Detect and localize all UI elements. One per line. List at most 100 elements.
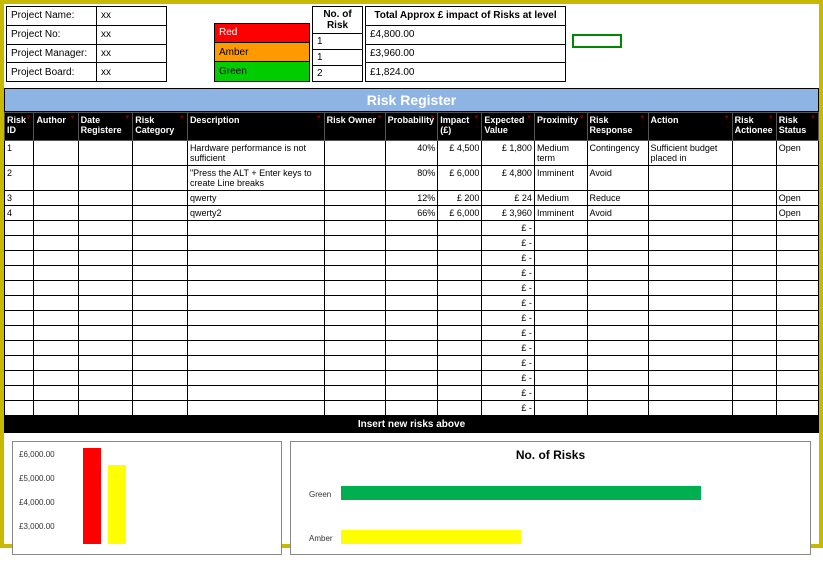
cell-empty[interactable]: [385, 221, 438, 236]
cell-empty[interactable]: [34, 251, 78, 266]
cell-empty[interactable]: [776, 341, 818, 356]
cell-expected[interactable]: £ -: [482, 236, 535, 251]
cell-empty[interactable]: [776, 221, 818, 236]
cell-actionee[interactable]: [732, 166, 776, 191]
col-description[interactable]: Description: [187, 113, 324, 141]
cell-id[interactable]: 1: [5, 141, 34, 166]
cell-empty[interactable]: [133, 371, 188, 386]
cell-date[interactable]: [78, 166, 133, 191]
cell-empty[interactable]: [133, 341, 188, 356]
cell-empty[interactable]: [5, 356, 34, 371]
cell-prob[interactable]: 80%: [385, 166, 438, 191]
cell-expected[interactable]: £ 4,800: [482, 166, 535, 191]
cell-empty[interactable]: [133, 251, 188, 266]
cell-empty[interactable]: [133, 281, 188, 296]
cell-empty[interactable]: [78, 251, 133, 266]
cell-empty[interactable]: [78, 236, 133, 251]
cell-empty[interactable]: [587, 371, 648, 386]
project-manager-value[interactable]: xx: [97, 44, 167, 63]
cell-empty[interactable]: [648, 281, 732, 296]
cell-empty[interactable]: [133, 266, 188, 281]
cell-empty[interactable]: [34, 401, 78, 416]
cell-empty[interactable]: [776, 401, 818, 416]
cell-expected[interactable]: £ -: [482, 266, 535, 281]
cell-expected[interactable]: £ 1,800: [482, 141, 535, 166]
cell-empty[interactable]: [133, 236, 188, 251]
cell-empty[interactable]: [732, 401, 776, 416]
col-author[interactable]: Author: [34, 113, 78, 141]
cell-empty[interactable]: [776, 281, 818, 296]
cell-resp[interactable]: Avoid: [587, 206, 648, 221]
cell-prox[interactable]: Imminent: [534, 166, 587, 191]
cell-empty[interactable]: [534, 401, 587, 416]
cell-prob[interactable]: 40%: [385, 141, 438, 166]
cell-empty[interactable]: [5, 401, 34, 416]
cell-empty[interactable]: [648, 371, 732, 386]
cell-empty[interactable]: [385, 296, 438, 311]
col-risk-id[interactable]: Risk ID: [5, 113, 34, 141]
cell-expected[interactable]: £ -: [482, 311, 535, 326]
cell-author[interactable]: [34, 206, 78, 221]
cell-empty[interactable]: [324, 251, 385, 266]
cell-empty[interactable]: [5, 371, 34, 386]
cell-empty[interactable]: [534, 236, 587, 251]
cell-empty[interactable]: [324, 311, 385, 326]
cell-empty[interactable]: [133, 296, 188, 311]
cell-empty[interactable]: [385, 371, 438, 386]
cell-empty[interactable]: [648, 401, 732, 416]
cell-empty[interactable]: [534, 356, 587, 371]
cell-empty[interactable]: [187, 401, 324, 416]
cell-empty[interactable]: [385, 251, 438, 266]
cell-actionee[interactable]: [732, 206, 776, 221]
cell-expected[interactable]: £ -: [482, 371, 535, 386]
project-board-value[interactable]: xx: [97, 63, 167, 82]
cell-desc[interactable]: qwerty2: [187, 206, 324, 221]
cell-empty[interactable]: [385, 386, 438, 401]
col-impact[interactable]: Impact (£): [438, 113, 482, 141]
cell-cat[interactable]: [133, 191, 188, 206]
cell-empty[interactable]: [34, 221, 78, 236]
cell-empty[interactable]: [776, 266, 818, 281]
cell-empty[interactable]: [534, 281, 587, 296]
cell-resp[interactable]: Avoid: [587, 166, 648, 191]
project-name-value[interactable]: xx: [97, 7, 167, 26]
cell-empty[interactable]: [5, 266, 34, 281]
cell-expected[interactable]: £ -: [482, 401, 535, 416]
cell-empty[interactable]: [648, 356, 732, 371]
cell-empty[interactable]: [133, 401, 188, 416]
cell-empty[interactable]: [587, 296, 648, 311]
cell-owner[interactable]: [324, 166, 385, 191]
cell-empty[interactable]: [648, 311, 732, 326]
cell-empty[interactable]: [187, 311, 324, 326]
cell-empty[interactable]: [187, 266, 324, 281]
cell-empty[interactable]: [78, 296, 133, 311]
cell-cat[interactable]: [133, 166, 188, 191]
cell-empty[interactable]: [776, 326, 818, 341]
cell-empty[interactable]: [732, 341, 776, 356]
cell-empty[interactable]: [776, 356, 818, 371]
cell-empty[interactable]: [438, 296, 482, 311]
cell-empty[interactable]: [732, 386, 776, 401]
col-probability[interactable]: Probability: [385, 113, 438, 141]
cell-empty[interactable]: [324, 281, 385, 296]
cell-status[interactable]: Open: [776, 191, 818, 206]
cell-empty[interactable]: [34, 326, 78, 341]
cell-desc[interactable]: Hardware performance is not sufficient: [187, 141, 324, 166]
cell-impact[interactable]: £ 200: [438, 191, 482, 206]
cell-date[interactable]: [78, 191, 133, 206]
cell-status[interactable]: [776, 166, 818, 191]
cell-empty[interactable]: [438, 341, 482, 356]
cell-empty[interactable]: [78, 401, 133, 416]
cell-empty[interactable]: [324, 341, 385, 356]
cell-empty[interactable]: [776, 296, 818, 311]
cell-empty[interactable]: [324, 356, 385, 371]
cell-empty[interactable]: [187, 356, 324, 371]
cell-empty[interactable]: [438, 356, 482, 371]
cell-empty[interactable]: [534, 251, 587, 266]
cell-empty[interactable]: [324, 371, 385, 386]
cell-prob[interactable]: 12%: [385, 191, 438, 206]
cell-empty[interactable]: [78, 266, 133, 281]
cell-empty[interactable]: [34, 386, 78, 401]
cell-empty[interactable]: [5, 386, 34, 401]
cell-empty[interactable]: [438, 236, 482, 251]
